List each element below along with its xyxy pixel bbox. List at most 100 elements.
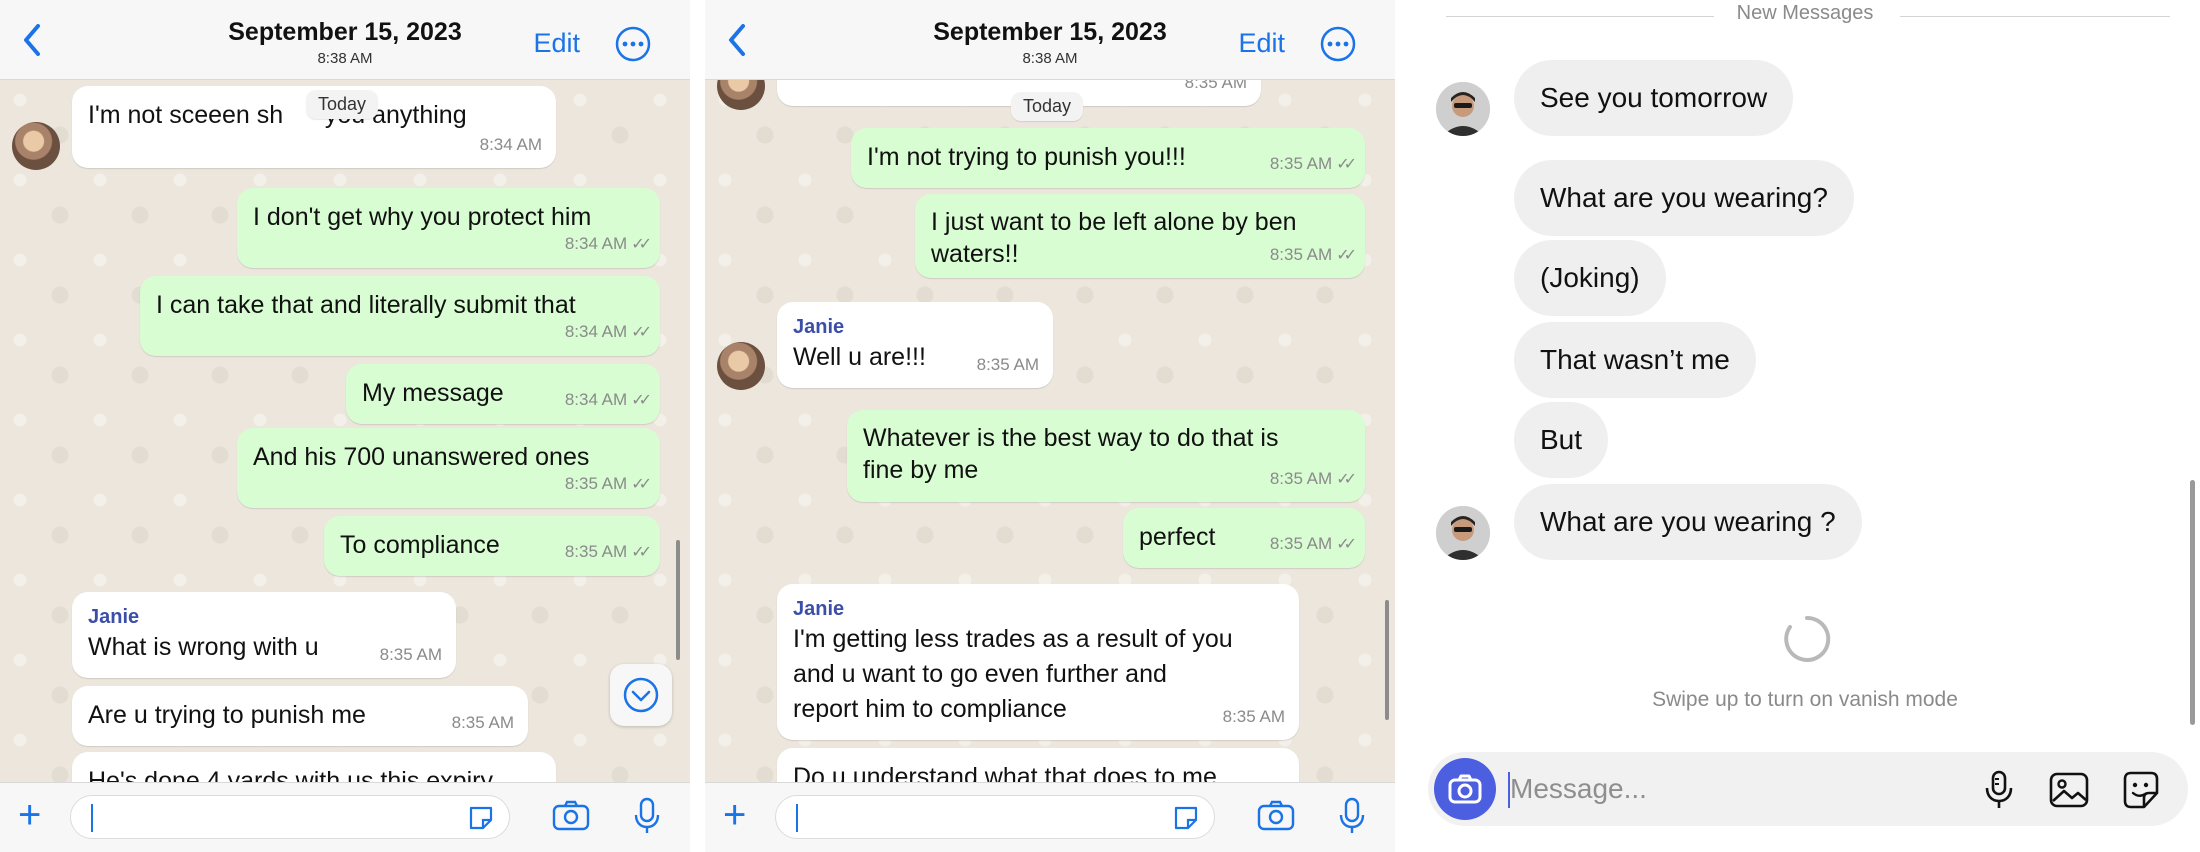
message-bubble[interactable]: Are u trying to punish me 8:35 AM: [72, 686, 528, 746]
message-bubble[interactable]: What are you wearing ?: [1514, 484, 1862, 560]
profile-photo-icon: [1436, 82, 1490, 136]
message-text: I'm not trying to punish you!!!: [867, 143, 1186, 171]
sticker-icon[interactable]: [1172, 804, 1200, 832]
message-time: 8:35 AM ✓✓: [564, 542, 652, 561]
camera-icon[interactable]: [1257, 799, 1295, 831]
message-bubble[interactable]: And his 700 unanswered ones 8:35 AM ✓✓: [237, 428, 660, 508]
message-bubble[interactable]: (Joking): [1514, 240, 1666, 316]
message-time: 8:35 AM: [976, 355, 1039, 374]
message-time: 8:35 AM: [1222, 707, 1285, 726]
date-separator-pill: Today: [306, 90, 379, 119]
vanish-mode-hint[interactable]: Swipe up to turn on vanish mode: [1410, 688, 2200, 712]
microphone-icon[interactable]: [1978, 769, 2020, 811]
contact-avatar[interactable]: [1436, 82, 1490, 136]
message-text: I don't get why you protect him: [253, 203, 592, 231]
message-composer: Message...: [1428, 752, 2188, 826]
message-time: 8:34 AM: [479, 135, 542, 154]
plus-icon[interactable]: +: [18, 795, 41, 835]
more-options-icon[interactable]: [1319, 25, 1357, 63]
message-composer: +: [0, 782, 690, 852]
message-text: My message: [362, 379, 504, 407]
message-bubble[interactable]: Janie What is wrong with u 8:35 AM: [72, 592, 456, 678]
message-time: 8:35 AM ✓✓: [564, 474, 652, 493]
message-text: And his 700 unanswered ones: [253, 443, 590, 471]
message-time: 8:35 AM ✓✓: [1269, 469, 1357, 488]
scrollbar[interactable]: [1385, 600, 1389, 720]
message-text: I'm getting less trades as a result of y…: [793, 625, 1233, 723]
message-text: What is wrong with u: [88, 633, 319, 661]
message-time: 8:35 AM ✓✓: [1269, 245, 1357, 264]
contact-avatar[interactable]: [717, 342, 765, 390]
message-time: 8:35 AM ✓✓: [1269, 154, 1357, 173]
message-composer: +: [705, 782, 1395, 852]
plus-icon[interactable]: +: [723, 795, 746, 835]
chevron-down-circle-icon: [623, 677, 659, 713]
message-bubble[interactable]: Janie I'm getting less trades as a resul…: [777, 584, 1299, 740]
edit-button[interactable]: Edit: [533, 28, 580, 59]
sender-name: Janie: [793, 598, 845, 620]
date-separator-pill: Today: [1011, 92, 1084, 121]
message-text: Whatever is the best way to do that is f…: [863, 424, 1279, 484]
edit-button[interactable]: Edit: [1238, 28, 1285, 59]
message-bubble[interactable]: To compliance 8:35 AM ✓✓: [324, 516, 660, 576]
message-bubble[interactable]: I don't get why you protect him 8:34 AM ✓…: [237, 188, 660, 268]
whatsapp-chat-panel-2: September 15, 2023 8:38 AM Edit 8:35 AM …: [705, 0, 1395, 852]
message-text: I just want to be left alone by ben wate…: [931, 208, 1297, 268]
sender-name: Janie: [793, 316, 845, 338]
message-input[interactable]: [70, 795, 510, 839]
chat-time-subtitle: 8:38 AM: [317, 50, 373, 67]
contact-avatar[interactable]: [12, 122, 60, 170]
chat-header: September 15, 2023 8:38 AM Edit: [705, 0, 1395, 80]
message-text: To compliance: [340, 531, 500, 559]
sticker-icon[interactable]: [2120, 769, 2162, 811]
message-time: 8:34 AM ✓✓: [564, 234, 652, 253]
message-bubble[interactable]: Janie Well u are!!! 8:35 AM: [777, 302, 1053, 388]
message-bubble[interactable]: perfect 8:35 AM ✓✓: [1123, 508, 1365, 568]
message-time: 8:34 AM ✓✓: [564, 390, 652, 409]
message-time: 8:34 AM ✓✓: [564, 322, 652, 341]
sender-name: Janie: [88, 606, 140, 628]
camera-icon[interactable]: [552, 799, 590, 831]
message-input[interactable]: Message...: [1510, 752, 1647, 826]
whatsapp-chat-panel-1: September 15, 2023 8:38 AM Edit I'm not …: [0, 0, 690, 852]
scroll-to-bottom-button[interactable]: [610, 664, 672, 726]
message-time: 8:35 AM ✓✓: [1269, 534, 1357, 553]
chat-header: September 15, 2023 8:38 AM Edit: [0, 0, 690, 80]
scrollbar[interactable]: [2190, 480, 2195, 725]
camera-icon: [1448, 774, 1482, 804]
message-time: 8:35 AM: [379, 645, 442, 664]
chat-date-title: September 15, 2023: [228, 18, 462, 46]
text-caret: [796, 804, 798, 832]
message-text: perfect: [1139, 523, 1216, 551]
text-caret: [91, 804, 93, 832]
microphone-icon[interactable]: [634, 797, 660, 835]
loading-spinner-icon: [1784, 615, 1831, 662]
gallery-icon[interactable]: [2048, 769, 2090, 811]
message-bubble[interactable]: I can take that and literally submit tha…: [140, 276, 660, 356]
instagram-dm-panel: New Messages See you tomorrow What are y…: [1410, 0, 2200, 852]
new-messages-divider: New Messages: [1410, 2, 2200, 25]
sticker-icon[interactable]: [467, 804, 495, 832]
message-text: Well u are!!!: [793, 343, 926, 371]
more-options-icon[interactable]: [614, 25, 652, 63]
microphone-icon[interactable]: [1339, 797, 1365, 835]
message-bubble[interactable]: Whatever is the best way to do that is f…: [847, 410, 1365, 502]
scrollbar[interactable]: [676, 540, 680, 660]
message-bubble[interactable]: I just want to be left alone by ben wate…: [915, 194, 1365, 278]
chat-date-title: September 15, 2023: [933, 18, 1167, 46]
message-input[interactable]: [775, 795, 1215, 839]
message-bubble[interactable]: What are you wearing?: [1514, 160, 1854, 236]
message-time: 8:35 AM: [451, 713, 514, 732]
message-text: I'm not sceeen sh you anything: [88, 101, 467, 129]
contact-avatar[interactable]: [1436, 506, 1490, 560]
camera-button[interactable]: [1434, 758, 1496, 820]
message-text: I can take that and literally submit tha…: [156, 291, 576, 319]
message-bubble[interactable]: My message 8:34 AM ✓✓: [346, 364, 660, 424]
profile-photo-icon: [1436, 506, 1490, 560]
message-bubble[interactable]: See you tomorrow: [1514, 60, 1794, 136]
chat-time-subtitle: 8:38 AM: [1022, 50, 1078, 67]
message-text: Are u trying to punish me: [88, 701, 366, 729]
message-bubble[interactable]: That wasn’t me: [1514, 322, 1756, 398]
message-bubble[interactable]: But: [1514, 402, 1609, 478]
message-bubble[interactable]: I'm not trying to punish you!!! 8:35 AM ✓…: [851, 128, 1365, 188]
